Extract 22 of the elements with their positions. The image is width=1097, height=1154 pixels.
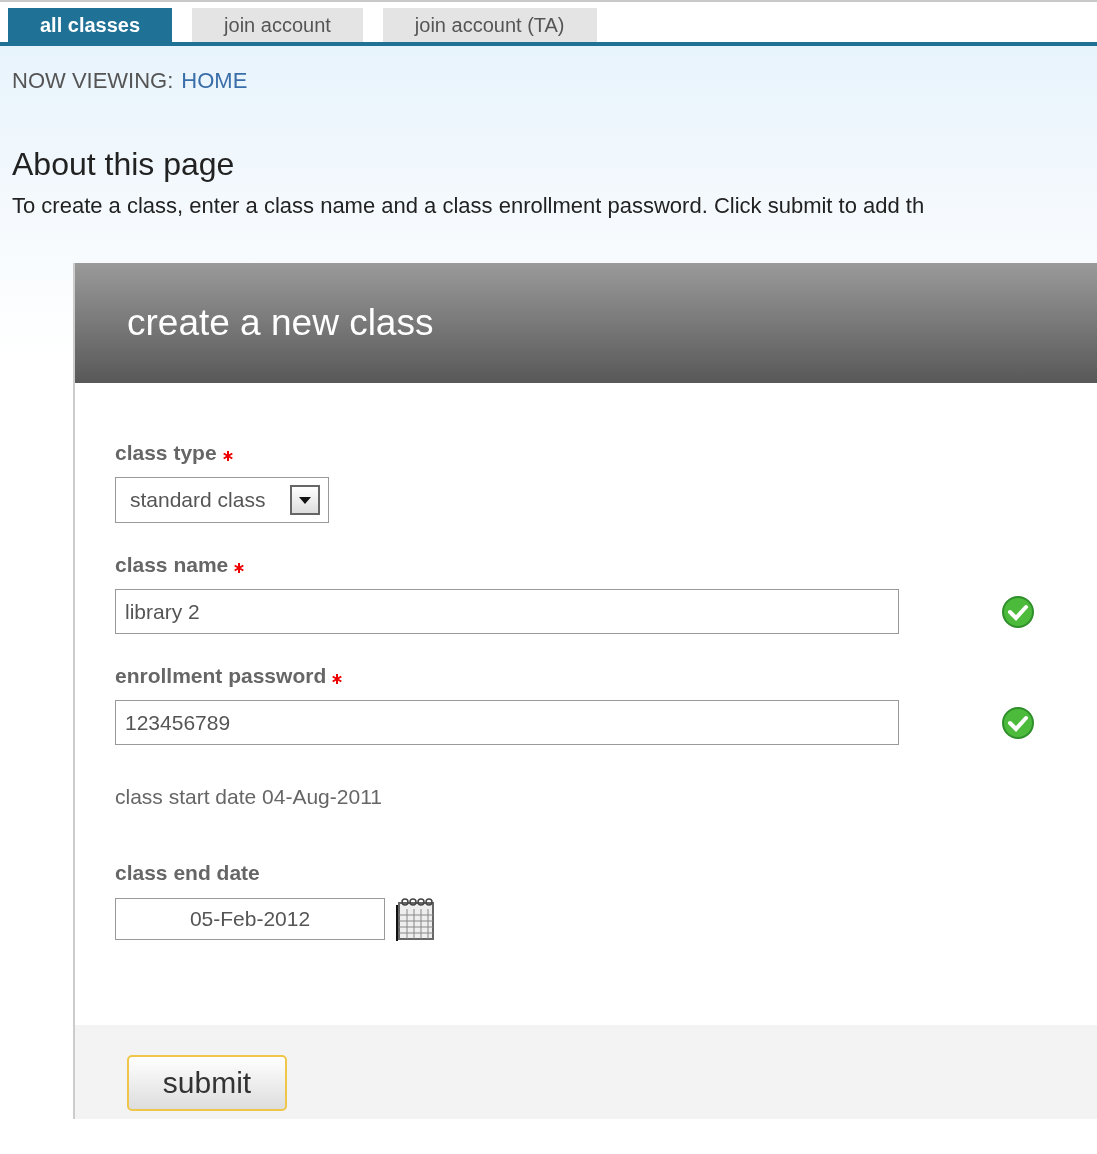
input-field[interactable]: library 2 xyxy=(115,589,899,634)
tab[interactable]: join account (TA) xyxy=(382,8,597,42)
breadcrumb-label: NOW VIEWING: xyxy=(12,68,174,94)
tab[interactable]: join account xyxy=(192,8,363,42)
tab[interactable]: all classes xyxy=(8,8,173,42)
check-icon xyxy=(1001,705,1035,740)
field-label: class end date xyxy=(115,861,260,885)
date-field[interactable]: 05-Feb-2012 xyxy=(115,898,385,940)
submit-button[interactable]: submit xyxy=(127,1055,287,1111)
class-type-dropdown[interactable]: standard class xyxy=(115,477,329,523)
check-icon xyxy=(1001,594,1035,629)
caret-icon xyxy=(299,496,311,504)
calendar-icon[interactable] xyxy=(395,897,435,941)
field-label: class name xyxy=(115,553,229,577)
start-date-text: class start date 04-Aug-2011 xyxy=(115,785,383,809)
field-label: class type xyxy=(115,441,217,465)
form-title: create a new class xyxy=(127,302,434,344)
field-label: enrollment password xyxy=(115,664,327,688)
home-link[interactable]: HOME xyxy=(181,68,248,94)
input-field[interactable]: 123456789 xyxy=(115,700,899,745)
intro-text: To create a class, enter a class name and a class enrollment password. Click submit to add th xyxy=(12,193,926,219)
page-heading: About this page xyxy=(12,146,236,183)
